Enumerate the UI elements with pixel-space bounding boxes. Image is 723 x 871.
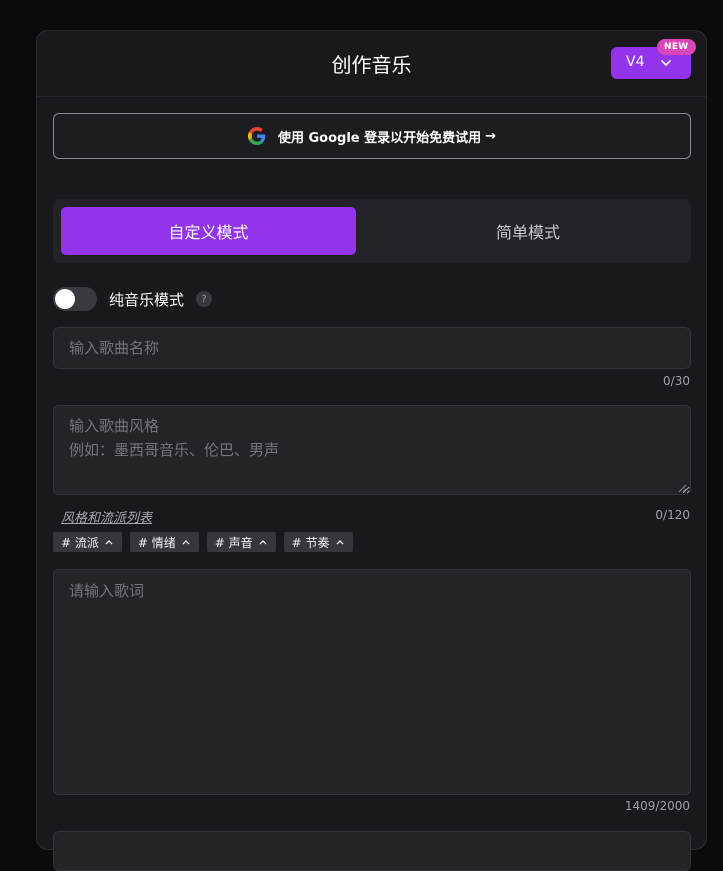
- instrumental-label: 纯音乐模式: [109, 290, 185, 309]
- tab-simple-mode[interactable]: 简单模式: [373, 207, 683, 255]
- next-field-partial[interactable]: [53, 831, 691, 871]
- instrumental-row: 纯音乐模式 ?: [53, 286, 213, 312]
- song-title-counter: 0/30: [663, 374, 690, 388]
- resize-grip-icon[interactable]: [677, 483, 687, 493]
- tag-list: # 流派 # 情绪 # 声音 # 节奏: [53, 532, 361, 552]
- tag-label: # 声音: [214, 535, 253, 550]
- panel-header: 创作音乐 V4 NEW: [37, 31, 706, 97]
- tag-genre[interactable]: # 流派: [53, 532, 122, 552]
- chevron-up-icon: [336, 540, 343, 545]
- question-icon[interactable]: ?: [196, 291, 213, 307]
- create-music-panel: 创作音乐 V4 NEW 使用 Google 登录以开始免费试用 → 自定义模式 …: [36, 30, 707, 871]
- song-style-counter: 0/120: [655, 508, 690, 522]
- chevron-down-icon: [661, 60, 671, 66]
- tag-label: # 情绪: [137, 535, 176, 550]
- tag-mood[interactable]: # 情绪: [129, 532, 199, 552]
- version-label: V4: [626, 54, 645, 70]
- lyrics-input[interactable]: [53, 569, 691, 795]
- toggle-knob: [55, 289, 75, 309]
- arrow-right-icon: →: [485, 128, 497, 144]
- genre-list-link[interactable]: 风格和流派列表: [61, 507, 152, 526]
- google-login-label: 使用 Google 登录以开始免费试用: [277, 130, 482, 146]
- mode-tabs: 自定义模式 简单模式: [53, 199, 691, 263]
- google-login-button[interactable]: 使用 Google 登录以开始免费试用 →: [53, 113, 691, 159]
- tag-voice[interactable]: # 声音: [206, 532, 276, 552]
- google-g-logo-icon: [247, 127, 266, 145]
- lyrics-counter: 1409/2000: [624, 799, 690, 813]
- tag-label: # 流派: [61, 535, 99, 550]
- tag-label: # 节奏: [291, 535, 330, 550]
- song-style-input[interactable]: [53, 405, 691, 495]
- tag-tempo[interactable]: # 节奏: [283, 532, 353, 552]
- new-badge: NEW: [657, 39, 696, 55]
- chevron-up-icon: [259, 540, 267, 545]
- page-title: 创作音乐: [331, 53, 412, 77]
- instrumental-toggle[interactable]: [53, 287, 97, 311]
- tab-custom-mode[interactable]: 自定义模式: [61, 207, 356, 255]
- chevron-up-icon: [105, 540, 113, 545]
- song-title-input[interactable]: [53, 327, 691, 369]
- chevron-up-icon: [182, 540, 190, 545]
